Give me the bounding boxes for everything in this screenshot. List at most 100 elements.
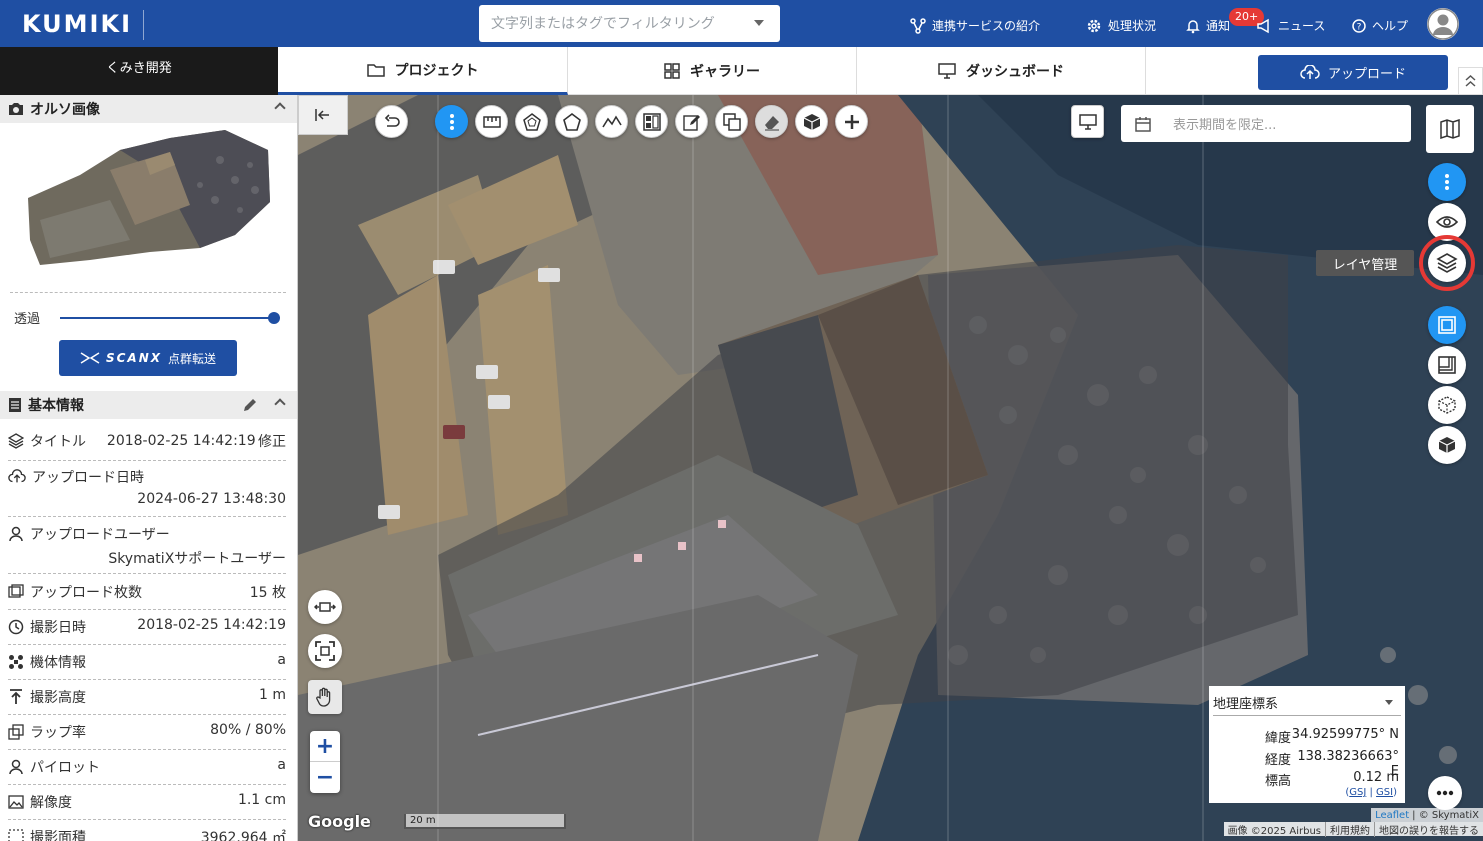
upload-button[interactable]: アップロード (1258, 55, 1448, 90)
info-row-upload-count: アップロード枚数 15 枚 (8, 582, 286, 610)
more-vertical-icon (1445, 174, 1449, 190)
scanx-brand: SCANX (105, 351, 162, 365)
info-value-altitude: 1 m (259, 687, 286, 703)
scanx-transfer-button[interactable]: SCANX 点群転送 (59, 340, 237, 376)
info-row-altitude: 撮影高度 1 m (8, 687, 286, 715)
plus-icon (844, 114, 859, 129)
elevation-label: 標高 (1264, 774, 1291, 789)
pencil-icon[interactable] (242, 397, 258, 417)
collapse-header-button[interactable] (1458, 67, 1483, 95)
altitude-icon (10, 689, 22, 704)
leaflet-link[interactable]: Leaflet (1375, 810, 1409, 821)
filter-search[interactable] (479, 5, 780, 42)
ortho-section-title: オルソ画像 (30, 102, 100, 118)
ortho-layer-button[interactable] (1428, 306, 1466, 344)
zoom-to-extent-button[interactable] (308, 634, 342, 668)
nav-processing[interactable]: 処理状況 (1086, 17, 1156, 34)
chevron-down-icon[interactable] (754, 20, 764, 26)
add-button[interactable] (835, 105, 868, 138)
map-attribution: Leaflet | © SkymatiX (1371, 808, 1483, 822)
pentagon-icon (562, 112, 581, 131)
3d-view-button[interactable] (795, 105, 828, 138)
tab-dashboard[interactable]: ダッシュボード (857, 47, 1146, 95)
date-range-placeholder: 表示期間を限定... (1173, 118, 1277, 133)
latitude-value: 34.92599775° N (1291, 727, 1399, 742)
nav-notifications-label: 通知 (1206, 19, 1231, 33)
info-value-area: 3962.964 ㎡ (200, 830, 286, 841)
chevron-up-icon[interactable] (274, 102, 286, 114)
pan-tool-button[interactable] (308, 680, 342, 714)
cloud-upload-icon (1300, 64, 1320, 79)
nav-integrations[interactable]: 連携サービスの紹介 (910, 17, 1040, 34)
collapse-sidebar-button[interactable] (298, 95, 348, 135)
info-row-aircraft: 機体情報 a (8, 652, 286, 680)
report-error-link[interactable]: 地図の誤りを報告する (1374, 821, 1483, 837)
3d-model-button[interactable] (1428, 426, 1466, 464)
tab-gallery[interactable]: ギャラリー (568, 47, 857, 95)
point-cloud-button[interactable] (1428, 386, 1466, 424)
tab-project[interactable]: プロジェクト (278, 47, 568, 95)
chevron-up-icon[interactable] (274, 398, 286, 410)
nav-news[interactable]: ニュース (1256, 17, 1325, 34)
info-label-upload-count: アップロード枚数 (30, 585, 142, 601)
undo-button[interactable] (375, 105, 408, 138)
opacity-slider-handle[interactable] (268, 312, 280, 324)
measure-distance-button[interactable] (475, 105, 508, 138)
folder-icon (366, 63, 385, 77)
nav-help[interactable]: ? ヘルプ (1352, 17, 1408, 34)
megaphone-icon (1257, 18, 1269, 33)
avatar[interactable] (1427, 8, 1459, 40)
copy-icon (722, 112, 741, 131)
elevation-profile-button[interactable] (595, 105, 628, 138)
dsm-layer-button[interactable] (1428, 346, 1466, 384)
cube-icon (803, 113, 820, 130)
project-name[interactable]: くみき開発 (0, 47, 278, 95)
gear-icon (1087, 19, 1101, 32)
eraser-icon (764, 115, 779, 131)
draw-polygon-button[interactable] (555, 105, 588, 138)
basemap-toggle-button[interactable] (1426, 105, 1474, 153)
opacity-slider[interactable] (60, 317, 274, 319)
info-label-pilot: パイロット (30, 760, 100, 776)
chevron-up-icon (1465, 74, 1476, 87)
ortho-thumbnail[interactable] (20, 130, 275, 270)
nav-notifications[interactable]: 通知 (1186, 17, 1230, 34)
zoom-in-button[interactable]: + (310, 731, 340, 762)
bell-icon (1186, 19, 1200, 33)
more-options-button[interactable] (1428, 776, 1462, 810)
user-icon (9, 526, 23, 542)
layer-menu-button[interactable] (1428, 163, 1466, 201)
gsj-link[interactable]: GSJ (1349, 787, 1366, 798)
info-label-upload-date: アップロード日時 (32, 470, 144, 486)
coordinate-system-select[interactable]: 地理座標系 (1213, 690, 1401, 716)
info-row-overlap: ラップ率 80% / 80% (8, 722, 286, 750)
eraser-button[interactable] (755, 105, 788, 138)
nav-integrations-label: 連携サービスの紹介 (932, 19, 1041, 33)
map-view[interactable]: 表示期間を限定... レイヤ管理 + − Google 20 m 地理座標系 緯… (298, 95, 1483, 841)
info-label-altitude: 撮影高度 (30, 690, 86, 706)
measure-area-button[interactable] (515, 105, 548, 138)
ortho-section-header[interactable]: オルソ画像 (0, 95, 297, 123)
info-value-aircraft: a (277, 652, 286, 668)
filter-search-input[interactable] (479, 5, 739, 42)
edit-title-link[interactable]: 修正 (258, 431, 286, 451)
app-logo[interactable]: KUMIKI (22, 10, 132, 38)
zoom-out-button[interactable]: − (310, 762, 340, 793)
image-icon (8, 795, 24, 809)
terms-link[interactable]: 利用規約 (1325, 821, 1374, 837)
annotate-button[interactable] (675, 105, 708, 138)
tab-project-label: プロジェクト (394, 62, 479, 79)
compare-button[interactable] (715, 105, 748, 138)
more-horizontal-icon (1436, 790, 1454, 796)
gsi-link[interactable]: GSI (1376, 787, 1393, 798)
basic-info-section-header[interactable]: 基本情報 (0, 391, 297, 419)
info-label-shot-date: 撮影日時 (30, 620, 86, 636)
info-row-resolution: 解像度 1.1 cm (8, 792, 286, 820)
layout-button[interactable] (635, 105, 668, 138)
tool-menu-button[interactable] (435, 105, 468, 138)
fit-view-button[interactable] (308, 590, 342, 624)
info-value-upload-date: 2024-06-27 13:48:30 (137, 491, 286, 507)
present-button[interactable] (1071, 105, 1104, 138)
date-range-filter[interactable]: 表示期間を限定... (1121, 105, 1411, 142)
clock-icon (8, 619, 24, 635)
